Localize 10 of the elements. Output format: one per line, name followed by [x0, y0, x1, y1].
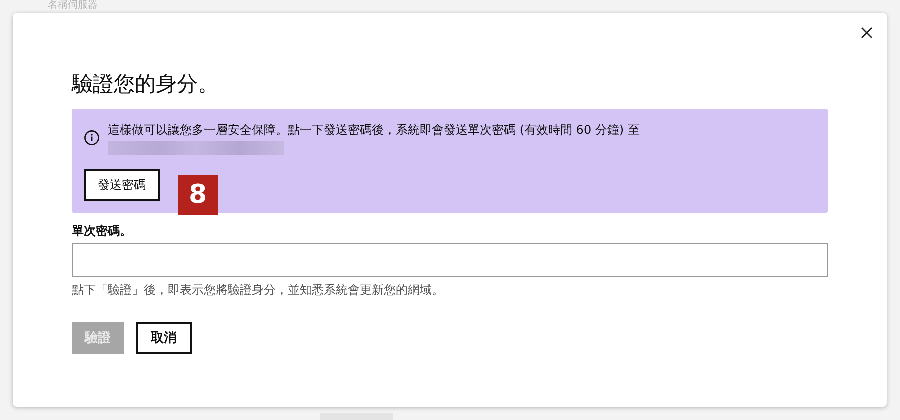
info-text: 這樣做可以讓您多一層安全保障。點一下發送密碼後，系統即會發送單次密碼 (有效時間 60 分鐘) 至 — [108, 122, 640, 139]
info-icon — [84, 130, 100, 146]
step-badge: 8 — [178, 175, 218, 215]
hint-text: 點下「驗證」後，即表示您將驗證身分，並知悉系統會更新您的網域。 — [72, 282, 445, 299]
field-label: 單次密碼。 — [72, 223, 133, 240]
page-heading: 名稱伺服器 — [48, 0, 98, 12]
cancel-button[interactable]: 取消 — [136, 322, 192, 354]
code-input-field[interactable] — [72, 243, 828, 277]
send-code-button[interactable]: 發送密碼 — [84, 169, 160, 201]
dialog-title: 驗證您的身分。 — [72, 71, 220, 97]
